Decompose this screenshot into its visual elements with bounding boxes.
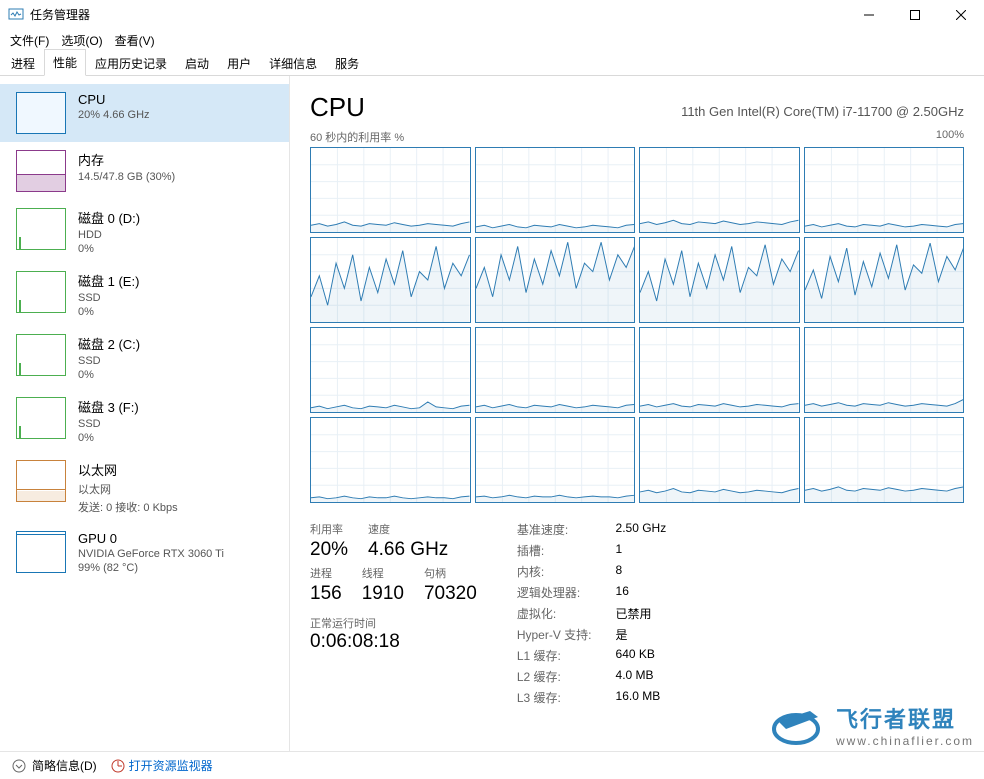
cpu-core-chart-5	[475, 237, 636, 323]
sidebar-item-disk0[interactable]: 磁盘 0 (D:) HDD 0%	[0, 200, 289, 263]
sidebar-label-cpu: CPU	[78, 92, 150, 107]
virtualization-value: 已禁用	[616, 605, 667, 622]
cpu-core-chart-6	[639, 237, 800, 323]
main-panel: CPU 11th Gen Intel(R) Core(TM) i7-11700 …	[290, 76, 984, 751]
disk2-mini-icon	[16, 334, 66, 376]
gpu-mini-icon	[16, 531, 66, 573]
cpu-core-chart-1	[475, 147, 636, 233]
watermark-logo-icon	[768, 701, 828, 749]
main-header: CPU 11th Gen Intel(R) Core(TM) i7-11700 …	[310, 92, 964, 123]
memory-mini-icon	[16, 150, 66, 192]
sidebar-item-disk3[interactable]: 磁盘 3 (F:) SSD 0%	[0, 389, 289, 452]
cpu-core-chart-0	[310, 147, 471, 233]
stats-right: 基准速度:2.50 GHz 插槽:1 内核:8 逻辑处理器:16 虚拟化:已禁用…	[517, 521, 666, 706]
app-icon	[8, 7, 24, 23]
sockets-value: 1	[616, 542, 667, 559]
stats-area: 利用率20% 速度4.66 GHz 进程156 线程1910 句柄70320 正…	[310, 521, 964, 706]
disk1-mini-icon	[16, 271, 66, 313]
sidebar-sub-memory: 14.5/47.8 GB (30%)	[78, 171, 175, 183]
menu-options[interactable]: 选项(O)	[55, 30, 108, 51]
watermark-url: www.chinaflier.com	[836, 734, 974, 748]
window-controls	[846, 0, 984, 30]
utilization-value: 20%	[310, 539, 348, 561]
cpu-core-chart-7	[804, 237, 965, 323]
cpu-chart-grid[interactable]	[310, 147, 964, 503]
cpu-mini-icon	[16, 92, 66, 134]
processes-value: 156	[310, 583, 342, 605]
cpu-core-chart-8	[310, 327, 471, 413]
watermark: 飞行者联盟 www.chinaflier.com	[768, 701, 974, 749]
maximize-button[interactable]	[892, 0, 938, 30]
disk0-mini-icon	[16, 208, 66, 250]
cpu-description: 11th Gen Intel(R) Core(TM) i7-11700 @ 2.…	[681, 104, 964, 119]
chart-right-label: 100%	[936, 129, 964, 145]
sidebar-item-disk1[interactable]: 磁盘 1 (E:) SSD 0%	[0, 263, 289, 326]
chart-left-label: 60 秒内的利用率 %	[310, 129, 404, 145]
titlebar: 任务管理器	[0, 0, 984, 30]
tab-details[interactable]: 详细信息	[260, 50, 326, 76]
cpu-core-chart-9	[475, 327, 636, 413]
page-title: CPU	[310, 92, 365, 123]
sidebar-item-disk2[interactable]: 磁盘 2 (C:) SSD 0%	[0, 326, 289, 389]
handles-value: 70320	[424, 583, 477, 605]
tab-startup[interactable]: 启动	[176, 50, 218, 76]
close-button[interactable]	[938, 0, 984, 30]
hyperv-value: 是	[616, 626, 667, 643]
sidebar: CPU 20% 4.66 GHz 内存 14.5/47.8 GB (30%) 磁…	[0, 76, 290, 751]
cpu-core-chart-2	[639, 147, 800, 233]
l3-cache-value: 16.0 MB	[616, 689, 667, 706]
cores-value: 8	[616, 563, 667, 580]
speed-value: 4.66 GHz	[368, 539, 448, 561]
tab-users[interactable]: 用户	[218, 50, 260, 76]
cpu-core-chart-12	[310, 417, 471, 503]
sidebar-label-memory: 内存	[78, 150, 175, 169]
sidebar-item-ethernet[interactable]: 以太网 以太网 发送: 0 接收: 0 Kbps	[0, 452, 289, 523]
l1-cache-value: 640 KB	[616, 647, 667, 664]
menu-file[interactable]: 文件(F)	[4, 30, 55, 51]
tab-services[interactable]: 服务	[326, 50, 368, 76]
chevron-down-icon	[12, 759, 26, 773]
disk3-mini-icon	[16, 397, 66, 439]
cpu-core-chart-3	[804, 147, 965, 233]
sidebar-sub-cpu: 20% 4.66 GHz	[78, 109, 150, 121]
footer: 简略信息(D) 打开资源监视器	[0, 751, 984, 779]
sidebar-item-gpu0[interactable]: GPU 0 NVIDIA GeForce RTX 3060 Ti 99% (82…	[0, 523, 289, 582]
collapse-button[interactable]: 简略信息(D)	[12, 757, 97, 774]
window-title: 任务管理器	[30, 6, 846, 23]
cpu-core-chart-4	[310, 237, 471, 323]
open-resource-monitor-link[interactable]: 打开资源监视器	[111, 757, 213, 774]
tab-performance[interactable]: 性能	[44, 49, 86, 76]
cpu-core-chart-13	[475, 417, 636, 503]
content-area: CPU 20% 4.66 GHz 内存 14.5/47.8 GB (30%) 磁…	[0, 76, 984, 751]
l2-cache-value: 4.0 MB	[616, 668, 667, 685]
tab-history[interactable]: 应用历史记录	[86, 50, 176, 76]
cpu-core-chart-10	[639, 327, 800, 413]
monitor-icon	[111, 759, 125, 773]
logical-processors-value: 16	[616, 584, 667, 601]
tab-processes[interactable]: 进程	[2, 50, 44, 76]
cpu-core-chart-15	[804, 417, 965, 503]
ethernet-mini-icon	[16, 460, 66, 502]
sidebar-item-memory[interactable]: 内存 14.5/47.8 GB (30%)	[0, 142, 289, 200]
menu-view[interactable]: 查看(V)	[109, 30, 161, 51]
cpu-core-chart-14	[639, 417, 800, 503]
tabbar: 进程 性能 应用历史记录 启动 用户 详细信息 服务	[0, 50, 984, 76]
cpu-core-chart-11	[804, 327, 965, 413]
stats-left: 利用率20% 速度4.66 GHz 进程156 线程1910 句柄70320 正…	[310, 521, 477, 706]
threads-value: 1910	[362, 583, 404, 605]
watermark-title: 飞行者联盟	[836, 702, 974, 734]
sidebar-label-disk0: 磁盘 0 (D:)	[78, 208, 140, 227]
menubar: 文件(F) 选项(O) 查看(V)	[0, 30, 984, 50]
base-speed-value: 2.50 GHz	[616, 521, 667, 538]
sidebar-item-cpu[interactable]: CPU 20% 4.66 GHz	[0, 84, 289, 142]
minimize-button[interactable]	[846, 0, 892, 30]
uptime-value: 0:06:08:18	[310, 631, 477, 653]
